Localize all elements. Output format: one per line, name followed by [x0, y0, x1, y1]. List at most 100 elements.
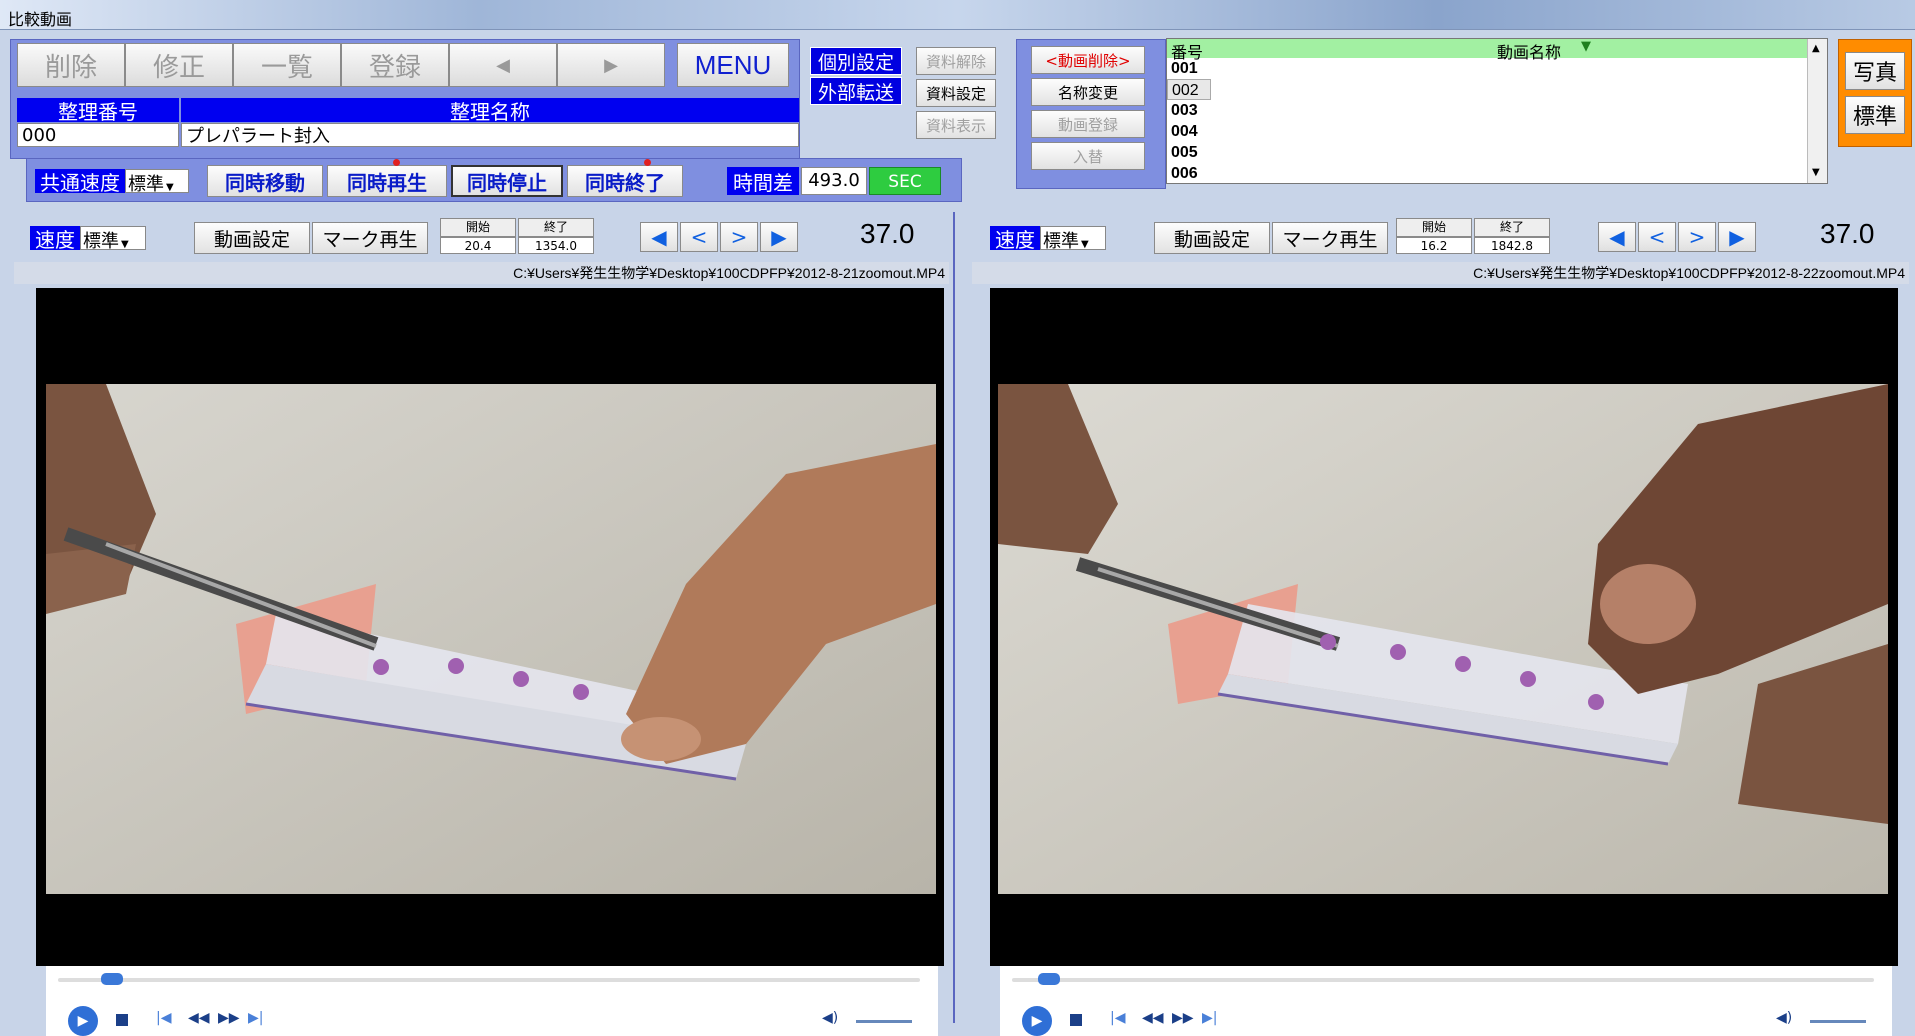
left-start-field[interactable]: 20.4 [440, 237, 516, 254]
right-control-bar: 速度 標準 ▼ 動画設定 マーク再生 開始 終了 16.2 1842.8 ◀ < … [968, 212, 1915, 258]
common-speed-select[interactable]: 標準 ▼ [125, 169, 189, 195]
left-forward-icon: > [730, 225, 748, 249]
left-speed-select[interactable]: 標準 ▼ [80, 226, 146, 252]
left-back-button[interactable]: < [680, 222, 718, 252]
record-name-field[interactable]: プレパラート封入 [181, 123, 799, 147]
standard-button[interactable]: 標準 [1845, 96, 1905, 134]
right-skip-back-icon[interactable]: |◀ [1110, 1010, 1125, 1026]
left-last-icon: ▶ [771, 225, 787, 249]
time-diff-field[interactable]: 493.0 [801, 167, 867, 195]
list-button[interactable]: 一覧 [233, 43, 341, 87]
modify-button[interactable]: 修正 [125, 43, 233, 87]
delete-button[interactable]: 削除 [17, 43, 125, 87]
sync-end-button[interactable]: 同時終了 [567, 165, 683, 197]
video-list-row[interactable]: 002 [1167, 79, 1211, 100]
top-control-area: 削除 修正 一覧 登録 ◀ ▶ MENU 整理番号 整理名称 000 プレパラー… [0, 31, 1915, 208]
register-button[interactable]: 登録 [341, 43, 449, 87]
end-marker-dot [644, 159, 651, 166]
next-record-button[interactable]: ▶ [557, 43, 665, 87]
right-video-player[interactable] [990, 288, 1898, 966]
record-number-header: 整理番号 [17, 98, 179, 124]
menu-button[interactable]: MENU [677, 43, 789, 87]
set-material-button[interactable]: 資料設定 [916, 79, 996, 107]
right-last-icon: ▶ [1729, 225, 1745, 249]
right-start-field[interactable]: 16.2 [1396, 237, 1472, 254]
scroll-up-icon[interactable]: ▲ [1812, 43, 1820, 54]
right-video-panel: 速度 標準 ▼ 動画設定 マーク再生 開始 終了 16.2 1842.8 ◀ < … [968, 212, 1915, 1036]
right-seek-thumb[interactable] [1037, 973, 1060, 985]
left-skip-back-icon[interactable]: |◀ [156, 1010, 171, 1026]
right-end-field[interactable]: 1842.8 [1474, 237, 1550, 254]
right-mark-play-button[interactable]: マーク再生 [1272, 222, 1388, 254]
left-fast-forward-icon[interactable]: ▶▶ [218, 1010, 240, 1026]
scroll-down-icon[interactable]: ▼ [1812, 167, 1820, 178]
left-stop-icon[interactable] [116, 1014, 128, 1026]
right-play-icon[interactable]: ▶ [1022, 1006, 1052, 1036]
left-mark-play-button[interactable]: マーク再生 [312, 222, 428, 254]
left-start-label: 開始 [440, 218, 516, 237]
right-first-frame-button[interactable]: ◀ [1598, 222, 1636, 252]
record-number-field[interactable]: 000 [17, 123, 179, 147]
right-fast-forward-icon[interactable]: ▶▶ [1172, 1010, 1194, 1026]
right-media-controls: ▶ |◀ ◀◀ ▶▶ ▶| ◀) [1000, 966, 1892, 1036]
chevron-down-icon: ▼ [166, 182, 174, 193]
video-list-row[interactable]: 006 [1167, 163, 1827, 183]
rename-video-button[interactable]: 名称変更 [1031, 78, 1145, 106]
right-speed-value: 標準 [1043, 231, 1079, 252]
right-back-button[interactable]: < [1638, 222, 1676, 252]
next-icon: ▶ [604, 54, 618, 76]
common-speed-label: 共通速度 [35, 169, 125, 195]
video-list[interactable]: 番号 動画名称 ▼ 001 002 003 004 005 006 ▲ ▼ [1166, 38, 1828, 184]
right-skip-forward-icon[interactable]: ▶| [1202, 1010, 1217, 1026]
right-rewind-icon[interactable]: ◀◀ [1142, 1010, 1164, 1026]
right-video-settings-button[interactable]: 動画設定 [1154, 222, 1270, 254]
left-skip-forward-icon[interactable]: ▶| [248, 1010, 263, 1026]
video-list-row[interactable]: 003 [1167, 100, 1827, 121]
right-volume-icon[interactable]: ◀) [1776, 1010, 1792, 1026]
left-media-controls: ▶ |◀ ◀◀ ▶▶ ▶| ◀) [46, 966, 938, 1036]
register-video-button[interactable]: 動画登録 [1031, 110, 1145, 138]
left-rewind-icon[interactable]: ◀◀ [188, 1010, 210, 1026]
sort-down-icon[interactable]: ▼ [1581, 39, 1591, 54]
sec-unit-badge: SEC [869, 167, 941, 195]
left-seek-thumb[interactable] [101, 973, 124, 985]
individual-settings-button[interactable]: 個別設定 [810, 47, 902, 75]
sync-play-button[interactable]: 同時再生 [327, 165, 447, 197]
left-seek-track[interactable] [58, 973, 920, 985]
right-start-label: 開始 [1396, 218, 1472, 237]
right-forward-button[interactable]: > [1678, 222, 1716, 252]
right-file-path: C:¥Users¥発生生物学¥Desktop¥100CDPFP¥2012-8-2… [972, 262, 1909, 284]
left-last-frame-button[interactable]: ▶ [760, 222, 798, 252]
unlock-material-button[interactable]: 資料解除 [916, 47, 996, 75]
left-volume-icon[interactable]: ◀) [822, 1010, 838, 1026]
right-seek-track[interactable] [1012, 973, 1874, 985]
swap-video-button[interactable]: 入替 [1031, 142, 1145, 170]
photo-button[interactable]: 写真 [1845, 52, 1905, 90]
left-file-path: C:¥Users¥発生生物学¥Desktop¥100CDPFP¥2012-8-2… [14, 262, 949, 284]
left-video-player[interactable] [36, 288, 944, 966]
right-speed-label: 速度 [990, 226, 1040, 252]
delete-video-button[interactable]: <動画削除> [1031, 46, 1145, 74]
video-list-row[interactable]: 005 [1167, 142, 1827, 163]
left-first-frame-button[interactable]: ◀ [640, 222, 678, 252]
sync-stop-button[interactable]: 同時停止 [451, 165, 563, 197]
video-list-row[interactable]: 004 [1167, 121, 1827, 142]
col-number-header: 番号 [1171, 43, 1204, 62]
show-material-button[interactable]: 資料表示 [916, 111, 996, 139]
right-last-frame-button[interactable]: ▶ [1718, 222, 1756, 252]
left-end-field[interactable]: 1354.0 [518, 237, 594, 254]
left-forward-button[interactable]: > [720, 222, 758, 252]
right-speed-select[interactable]: 標準 ▼ [1040, 226, 1106, 252]
col-name-header[interactable]: 動画名称 [1497, 39, 1561, 63]
video-list-scrollbar[interactable]: ▲ ▼ [1807, 39, 1827, 183]
right-stop-icon[interactable] [1070, 1014, 1082, 1026]
right-video-image [998, 384, 1888, 894]
left-time-display: 37.0 [860, 218, 915, 249]
left-video-panel: 速度 標準 ▼ 動画設定 マーク再生 開始 終了 20.4 1354.0 ◀ < … [10, 212, 955, 1036]
left-video-settings-button[interactable]: 動画設定 [194, 222, 310, 254]
left-speed-value: 標準 [83, 231, 119, 252]
prev-record-button[interactable]: ◀ [449, 43, 557, 87]
external-transfer-button[interactable]: 外部転送 [810, 77, 902, 105]
left-play-icon[interactable]: ▶ [68, 1006, 98, 1036]
sync-move-button[interactable]: 同時移動 [207, 165, 323, 197]
